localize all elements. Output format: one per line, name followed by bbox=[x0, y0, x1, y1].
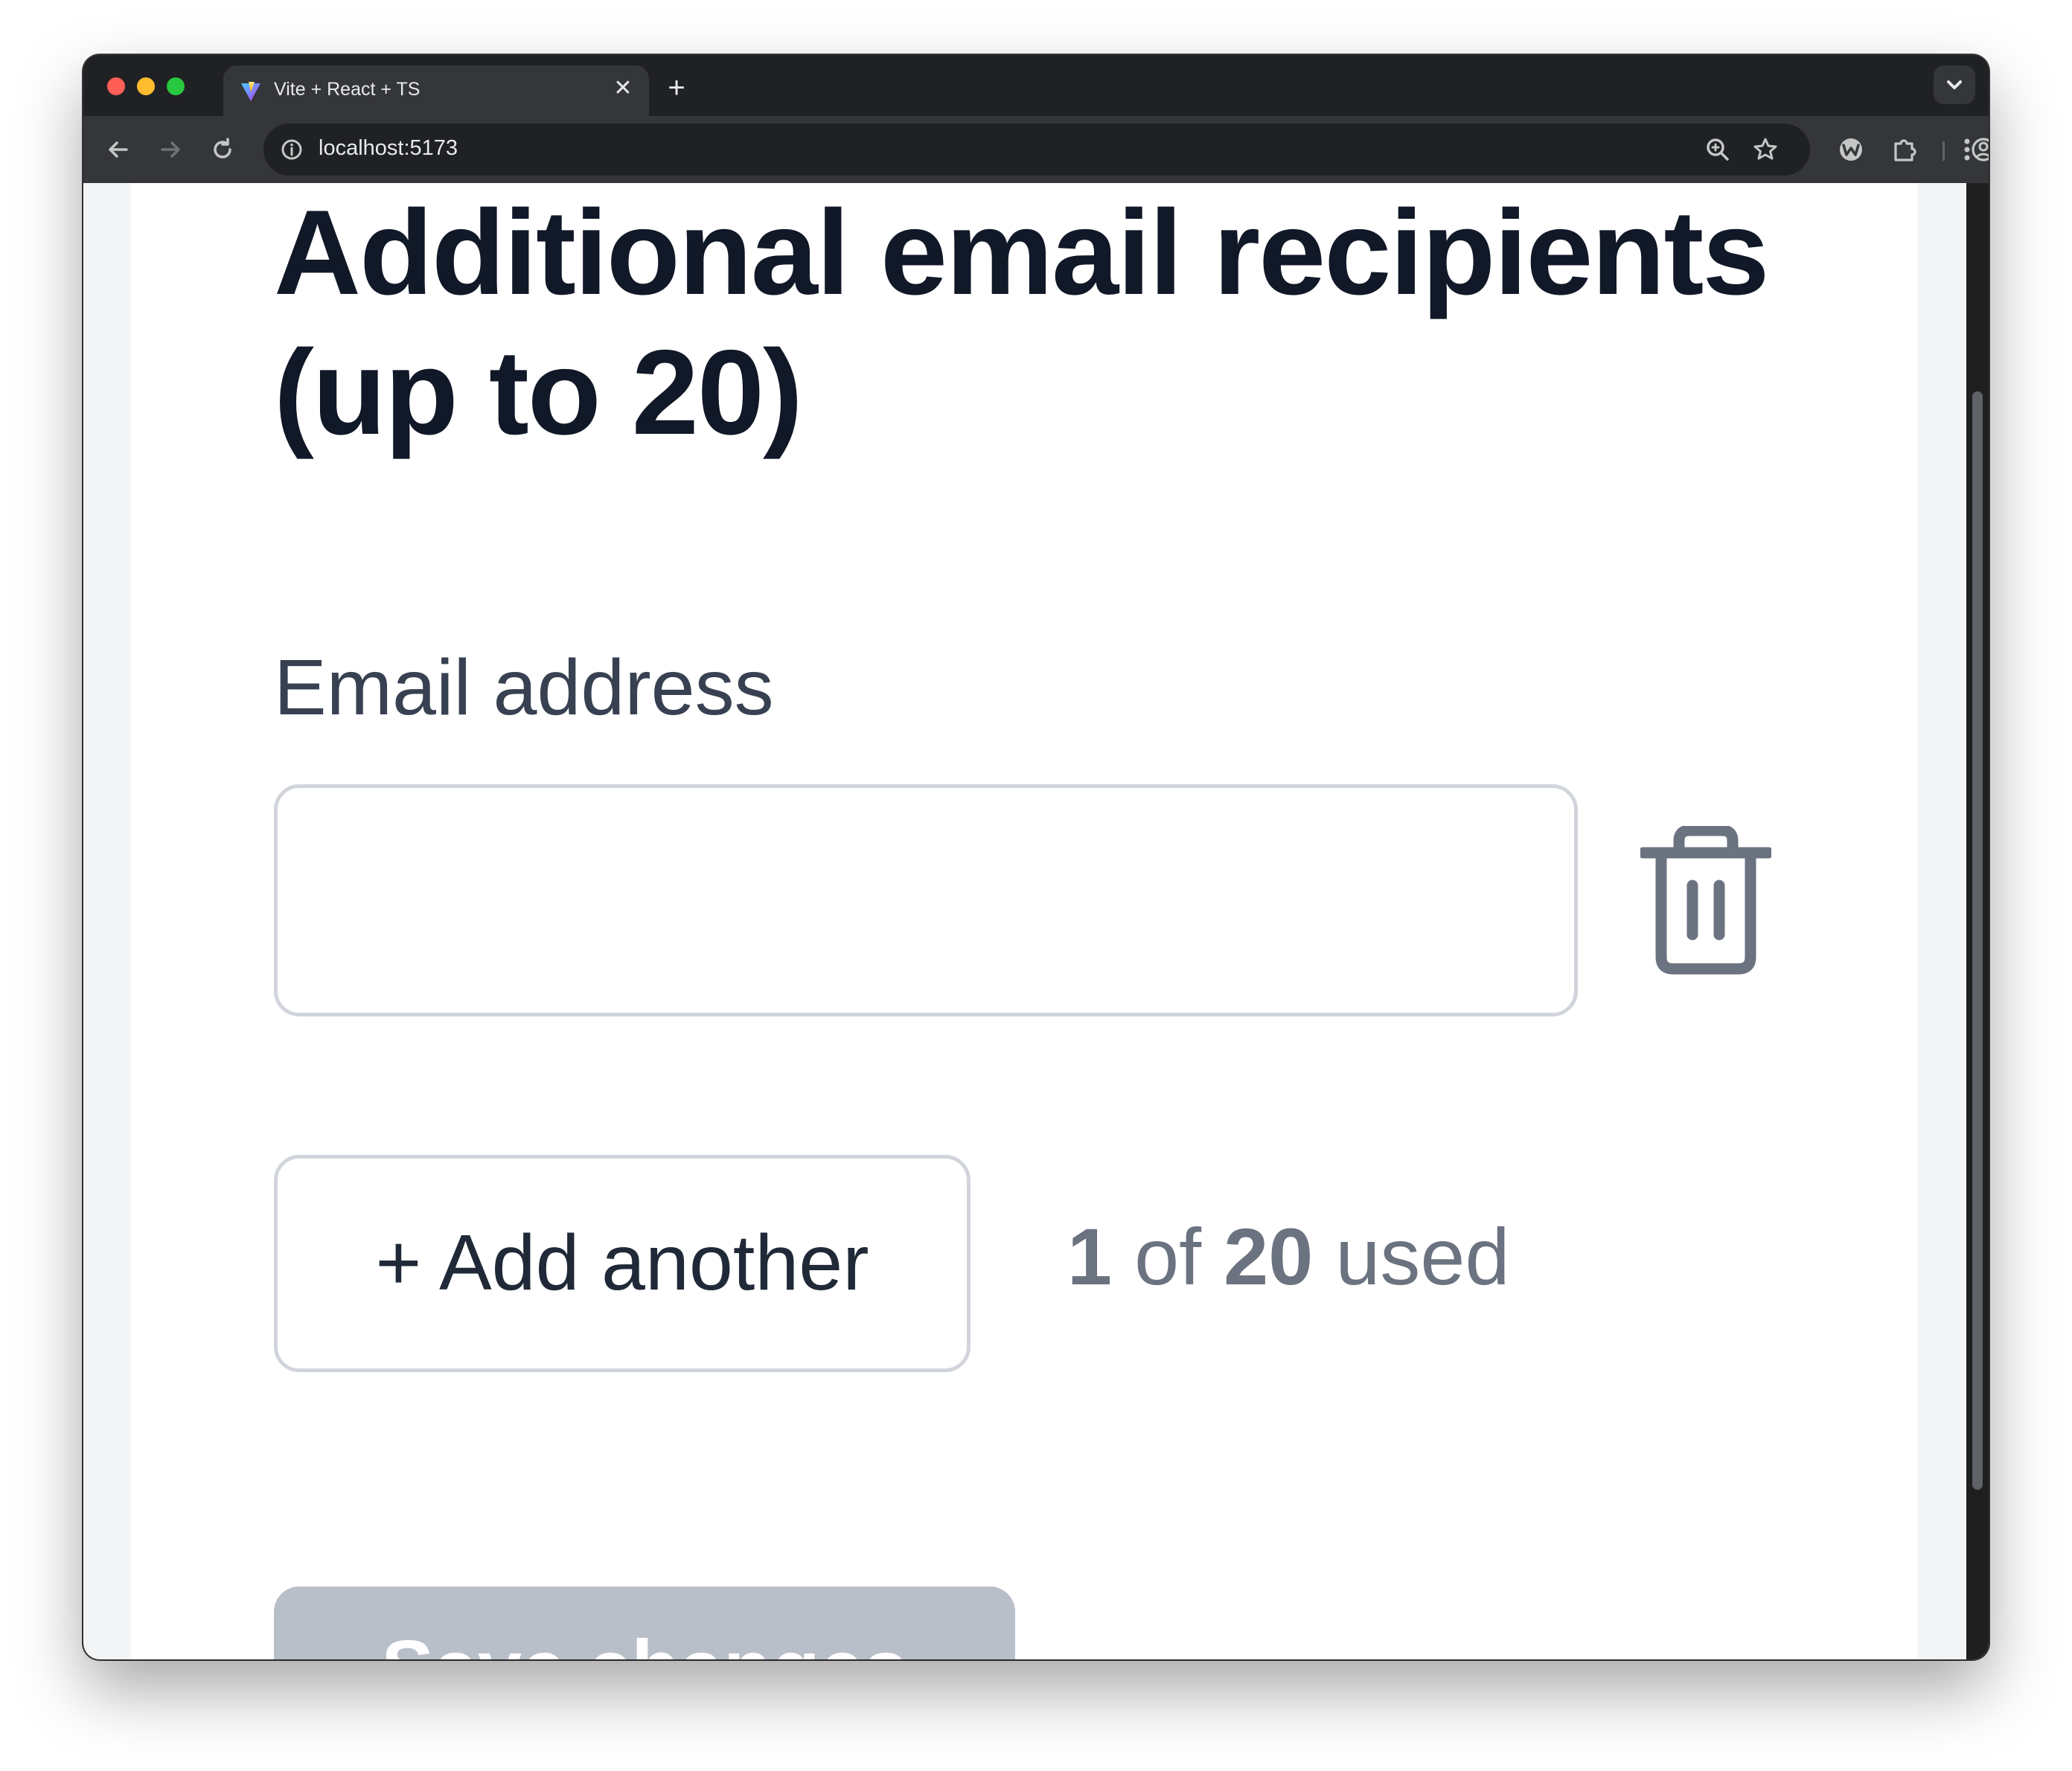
close-window-button[interactable] bbox=[107, 77, 125, 95]
scrollbar-thumb[interactable] bbox=[1972, 391, 1983, 1490]
delete-trash-icon[interactable] bbox=[1640, 826, 1771, 975]
usage-of-text: of bbox=[1112, 1211, 1224, 1301]
usage-used-count: 1 bbox=[1067, 1211, 1113, 1301]
tab-bar: Vite + React + TS ✕ + bbox=[83, 55, 1989, 116]
usage-counter: 1 of 20 used bbox=[1067, 1210, 1510, 1303]
kebab-menu-icon[interactable] bbox=[1950, 132, 1984, 167]
email-address-input[interactable] bbox=[274, 784, 1578, 1016]
address-bar[interactable]: localhost:5173 bbox=[263, 124, 1810, 176]
zoom-icon[interactable] bbox=[1703, 135, 1733, 164]
browser-toolbar: localhost:5173 bbox=[83, 116, 1989, 183]
add-another-button[interactable]: + Add another bbox=[274, 1155, 971, 1372]
site-info-icon[interactable] bbox=[278, 136, 305, 163]
minimize-window-button[interactable] bbox=[137, 77, 155, 95]
toolbar-divider bbox=[1942, 141, 1945, 161]
chevron-down-icon bbox=[1947, 80, 1962, 89]
scrollbar-track[interactable] bbox=[1966, 183, 1989, 1659]
url-text: localhost:5173 bbox=[319, 136, 458, 160]
bookmark-star-icon[interactable] bbox=[1750, 135, 1780, 164]
page-viewport: Additional email recipients (up to 20) E… bbox=[83, 183, 1989, 1659]
tab-close-icon[interactable]: ✕ bbox=[610, 76, 636, 101]
email-address-label: Email address bbox=[274, 644, 774, 731]
new-tab-plus-icon[interactable]: + bbox=[659, 71, 694, 106]
usage-limit-count: 20 bbox=[1224, 1211, 1314, 1301]
back-arrow-icon[interactable] bbox=[101, 132, 135, 167]
extensions-puzzle-icon[interactable] bbox=[1887, 132, 1922, 167]
tab-title: Vite + React + TS bbox=[274, 79, 421, 100]
maximize-window-button[interactable] bbox=[167, 77, 185, 95]
tab-search-button[interactable] bbox=[1934, 65, 1975, 104]
vite-logo-icon bbox=[241, 82, 260, 101]
usage-suffix-text: used bbox=[1313, 1211, 1510, 1301]
extension-w-icon[interactable] bbox=[1834, 132, 1868, 167]
save-changes-button[interactable]: Save changes bbox=[274, 1586, 1015, 1659]
tab-active[interactable]: Vite + React + TS ✕ bbox=[223, 65, 649, 116]
browser-window: Vite + React + TS ✕ + localhost:5173 Add… bbox=[83, 55, 1989, 1659]
page-title: Additional email recipients (up to 20) bbox=[274, 185, 1769, 460]
reload-icon[interactable] bbox=[205, 132, 240, 167]
forward-arrow-icon[interactable] bbox=[153, 132, 188, 167]
